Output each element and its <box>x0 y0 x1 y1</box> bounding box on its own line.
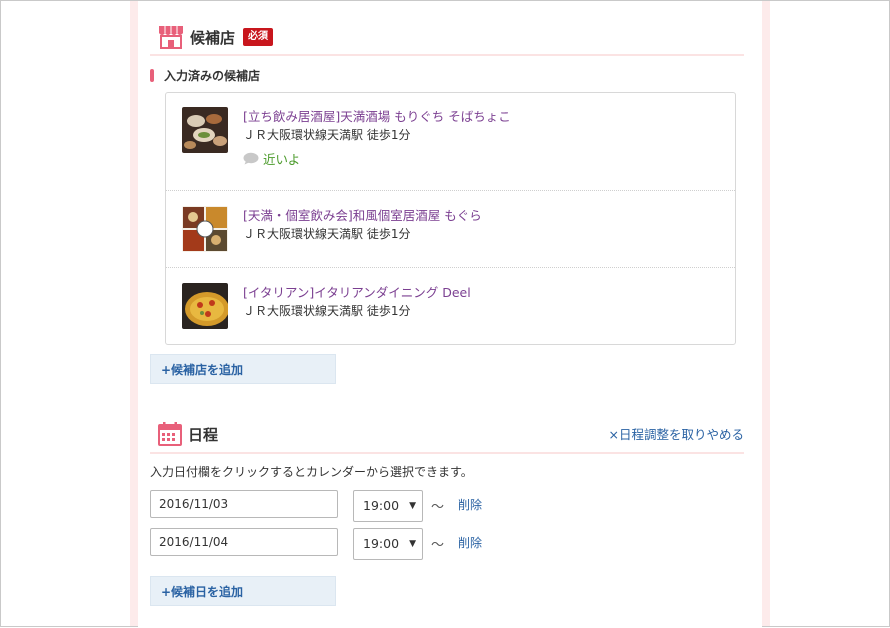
shop-list: [立ち飲み居酒屋]天満酒場 もりぐち そばちょこ ＪＲ大阪環状線天満駅 徒歩1分… <box>165 92 736 345</box>
shop-thumbnail[interactable] <box>182 107 228 153</box>
triangle-down-icon: ▼ <box>409 501 416 511</box>
shop-name-link[interactable]: [天満・個室飲み会]和風個室居酒屋 もぐら <box>243 205 482 224</box>
shop-station: ＪＲ大阪環状線天満駅 徒歩1分 <box>243 128 411 142</box>
shops-header-rule <box>150 54 744 56</box>
shop-item: [天満・個室飲み会]和風個室居酒屋 もぐら ＪＲ大阪環状線天満駅 徒歩1分 <box>166 190 735 268</box>
date-input[interactable]: 2016/11/04 <box>150 528 338 556</box>
shop-name-link[interactable]: [イタリアン]イタリアンダイニング Deel <box>243 282 471 301</box>
date-input[interactable]: 2016/11/03 <box>150 490 338 518</box>
shop-item: [イタリアン]イタリアンダイニング Deel ＪＲ大阪環状線天満駅 徒歩1分 <box>166 267 735 345</box>
time-select-value: 19:00 <box>363 498 400 513</box>
add-date-button[interactable]: +候補日を追加 <box>150 576 336 606</box>
entered-shops-subheader: 入力済みの候補店 <box>150 67 260 84</box>
page-frame: 候補店 必須 入力済みの候補店 [立ち飲み居酒屋]天満酒場 もりぐち そばちょこ… <box>0 0 890 628</box>
shop-icon <box>159 26 183 49</box>
shops-section-header: 候補店 必須 <box>158 25 274 49</box>
delete-date-link[interactable]: 削除 <box>458 534 482 551</box>
time-select[interactable]: 19:00 ▼ <box>353 490 423 522</box>
right-stripe <box>762 1 770 626</box>
time-select-value: 19:00 <box>363 536 400 551</box>
shop-thumbnail[interactable] <box>182 283 228 329</box>
time-range-tilde: ～ <box>431 538 445 553</box>
delete-date-link[interactable]: 削除 <box>458 496 482 513</box>
shop-comment: 近いよ <box>243 149 300 168</box>
time-range-tilde: ～ <box>431 500 445 515</box>
shop-station: ＪＲ大阪環状線天満駅 徒歩1分 <box>243 227 411 241</box>
required-badge: 必須 <box>243 28 274 46</box>
shop-station: ＪＲ大阪環状線天満駅 徒歩1分 <box>243 304 411 318</box>
calendar-note: 入力日付欄をクリックするとカレンダーから選択できます。 <box>150 465 473 479</box>
speech-bubble-icon <box>243 152 259 165</box>
cancel-schedule-link[interactable]: ×日程調整を取りやめる <box>609 424 744 443</box>
date-row: 2016/11/03 19:00 ▼ ～ 削除 <box>150 490 620 522</box>
shop-item: [立ち飲み居酒屋]天満酒場 もりぐち そばちょこ ＪＲ大阪環状線天満駅 徒歩1分… <box>166 93 735 190</box>
shop-thumbnail[interactable] <box>182 206 228 252</box>
schedule-section-header: 日程 <box>158 422 218 446</box>
subheader-accent-bar <box>150 69 154 82</box>
time-select[interactable]: 19:00 ▼ <box>353 528 423 560</box>
entered-shops-label: 入力済みの候補店 <box>164 69 261 83</box>
left-stripe <box>130 1 138 626</box>
shop-name-link[interactable]: [立ち飲み居酒屋]天満酒場 もりぐち そばちょこ <box>243 106 511 125</box>
triangle-down-icon: ▼ <box>409 539 416 549</box>
schedule-section-title: 日程 <box>188 425 219 444</box>
date-row: 2016/11/04 19:00 ▼ ～ 削除 <box>150 528 620 560</box>
calendar-icon <box>158 422 182 446</box>
schedule-header-rule <box>150 452 744 454</box>
shops-section-title: 候補店 <box>190 28 236 47</box>
add-shop-button[interactable]: +候補店を追加 <box>150 354 336 384</box>
shop-comment-text: 近いよ <box>263 152 301 167</box>
form-content: 候補店 必須 入力済みの候補店 [立ち飲み居酒屋]天満酒場 もりぐち そばちょこ… <box>138 1 762 628</box>
